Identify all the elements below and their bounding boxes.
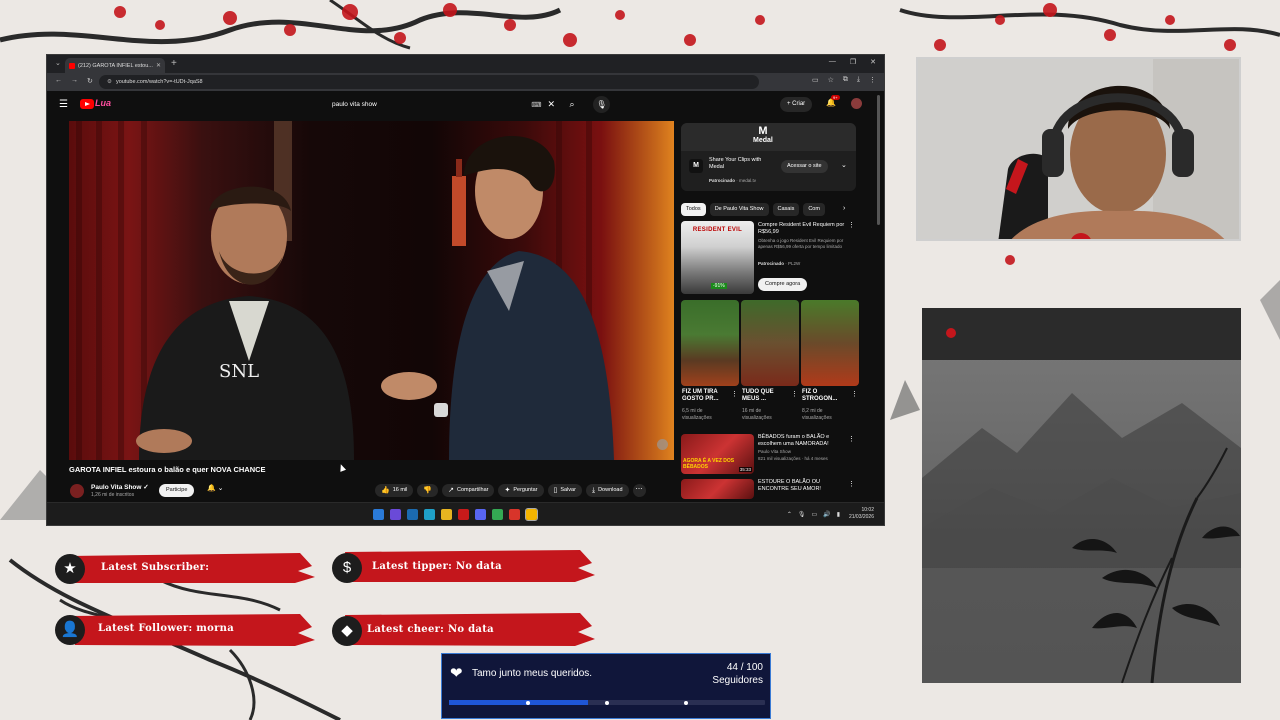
user-add-icon: 👤 [55,615,85,645]
goal-milestone-marker [605,700,609,705]
latest-cheer-label: Latest cheer: No data [367,624,494,635]
latest-follower-label: Latest Follower: morna [98,623,234,634]
dollar-icon: $ [332,553,362,583]
latest-tipper-label: Latest tipper: No data [372,561,502,572]
latest-follower-alert: 👤 Latest Follower: morna [55,613,315,647]
latest-subscriber-alert: ★ Latest Subscriber: [55,552,315,586]
goal-milestone-marker [526,700,530,705]
handshake-icon: ❤ [450,665,463,682]
goal-title: Tamo junto meus queridos. [472,668,593,679]
goal-milestone-marker [684,700,688,705]
follower-goal-widget: ❤ Tamo junto meus queridos. 44 / 100 Seg… [441,653,771,719]
goal-progress-fill [449,700,589,705]
latest-cheer-alert: ◆ Latest cheer: No data [332,614,592,648]
diamond-icon: ◆ [332,616,362,646]
goal-unit: Seguidores [712,675,763,686]
stripe-brushes [68,550,595,646]
star-icon: ★ [55,554,85,584]
latest-subscriber-label: Latest Subscriber: [101,562,210,573]
latest-tipper-alert: $ Latest tipper: No data [332,551,592,585]
goal-count: 44 / 100 [726,662,763,673]
goal-progress-track [449,700,765,705]
